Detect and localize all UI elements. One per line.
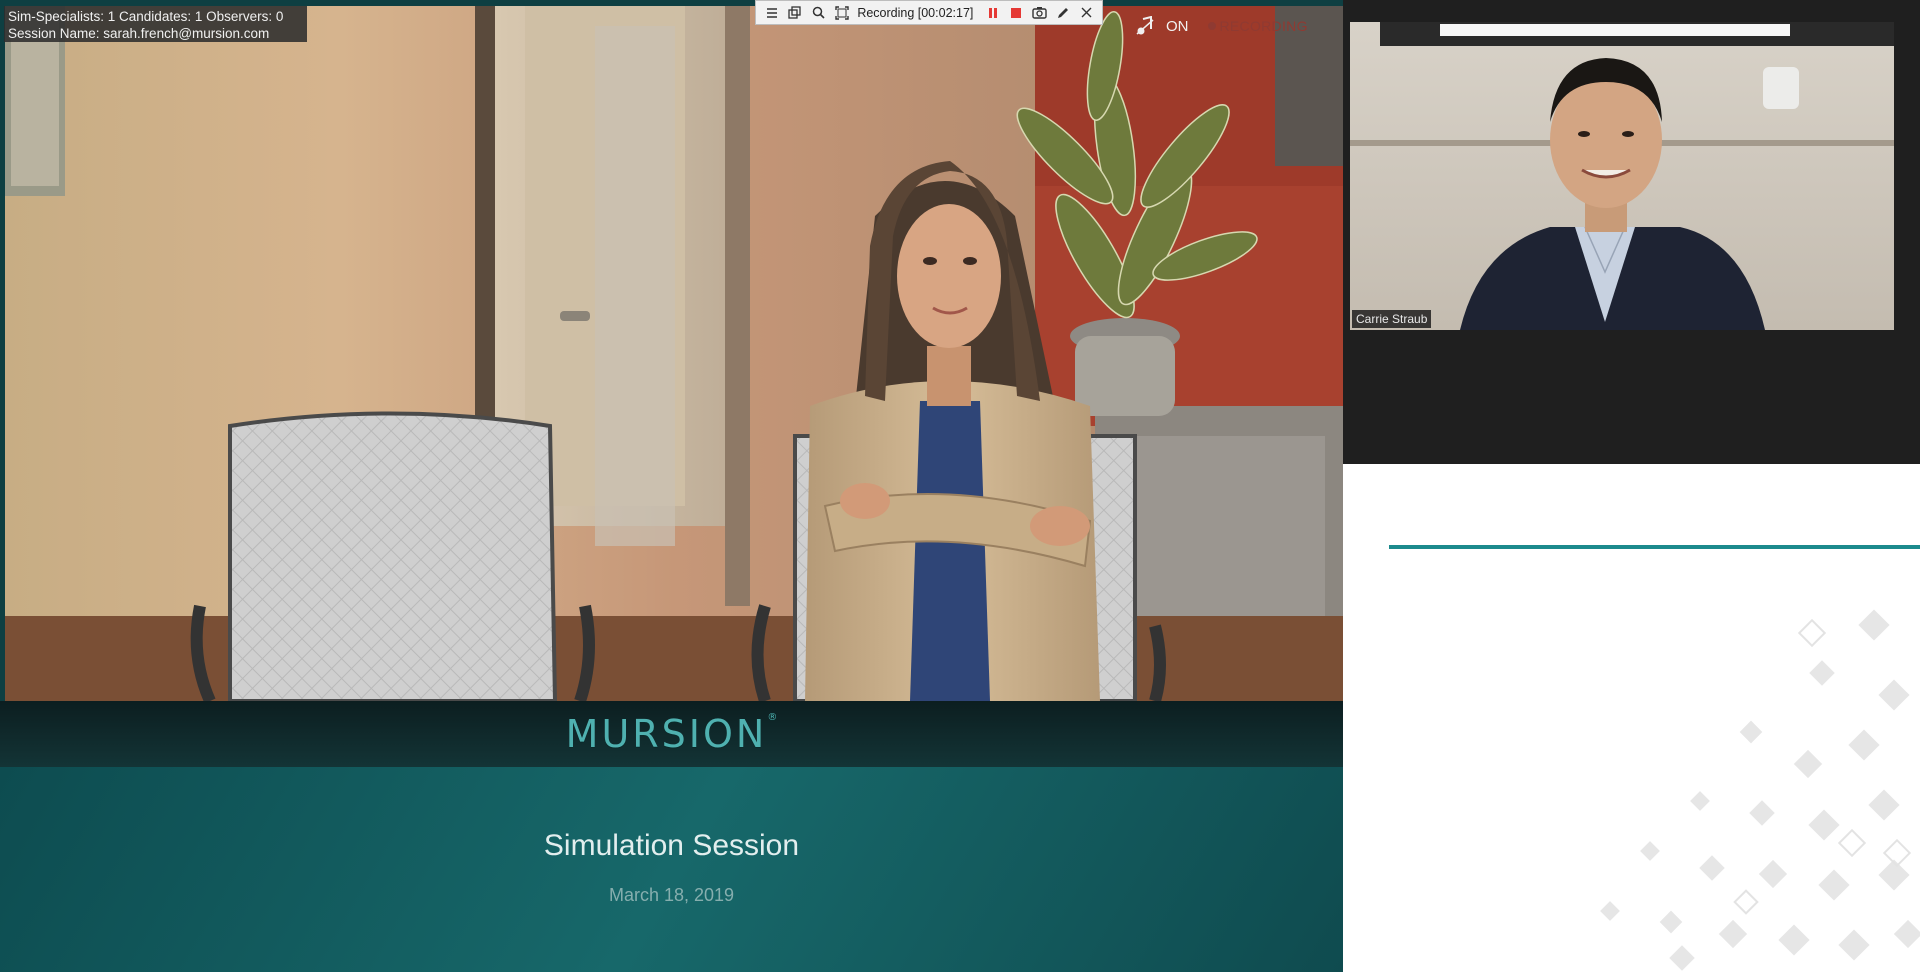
search-icon[interactable]	[807, 2, 830, 24]
session-info-panel: Sim-Specialists: 1 Candidates: 1 Observe…	[4, 6, 307, 42]
participant-counts: Sim-Specialists: 1 Candidates: 1 Observe…	[8, 9, 284, 24]
status-cluster: ON RECORDING	[1130, 8, 1343, 44]
decorative-diamond-pattern	[1600, 609, 1920, 971]
shared-content-panel	[1343, 464, 1920, 972]
title-slide: Simulation Session March 18, 2019	[0, 767, 1343, 972]
popout-icon[interactable]	[783, 2, 806, 24]
stop-icon[interactable]	[1005, 2, 1028, 24]
simulation-view: MURSION® Simulation Session March 18, 20…	[0, 0, 1343, 972]
mursion-logo: MURSION®	[565, 712, 778, 756]
select-region-icon[interactable]	[830, 2, 853, 24]
avatar-scene	[5, 6, 1343, 701]
on-indicator: ON	[1166, 17, 1189, 35]
pen-icon[interactable]	[1051, 2, 1074, 24]
right-pane: Carrie Straub	[1343, 0, 1920, 972]
recording-toolbar: Recording [00:02:17]	[755, 0, 1103, 25]
recording-dot-icon	[1207, 22, 1216, 30]
music-note-icon[interactable]	[1130, 11, 1160, 41]
slide-date: March 18, 2019	[608, 885, 735, 905]
close-icon[interactable]	[1075, 2, 1098, 24]
brand-band: MURSION®	[0, 701, 1343, 767]
participant-video-tile[interactable]: Carrie Straub	[1350, 22, 1894, 330]
pause-icon[interactable]	[981, 2, 1004, 24]
menu-icon[interactable]	[760, 2, 783, 24]
recording-indicator: RECORDING	[1207, 18, 1308, 34]
recording-indicator-label: RECORDING	[1219, 18, 1308, 34]
slide-title: Simulation Session	[543, 829, 800, 862]
session-name: Session Name: sarah.french@mursion.com	[8, 26, 270, 41]
camera-icon[interactable]	[1028, 2, 1051, 24]
recording-timer: Recording [00:02:17]	[857, 5, 974, 20]
participant-name-label: Carrie Straub	[1352, 310, 1432, 328]
